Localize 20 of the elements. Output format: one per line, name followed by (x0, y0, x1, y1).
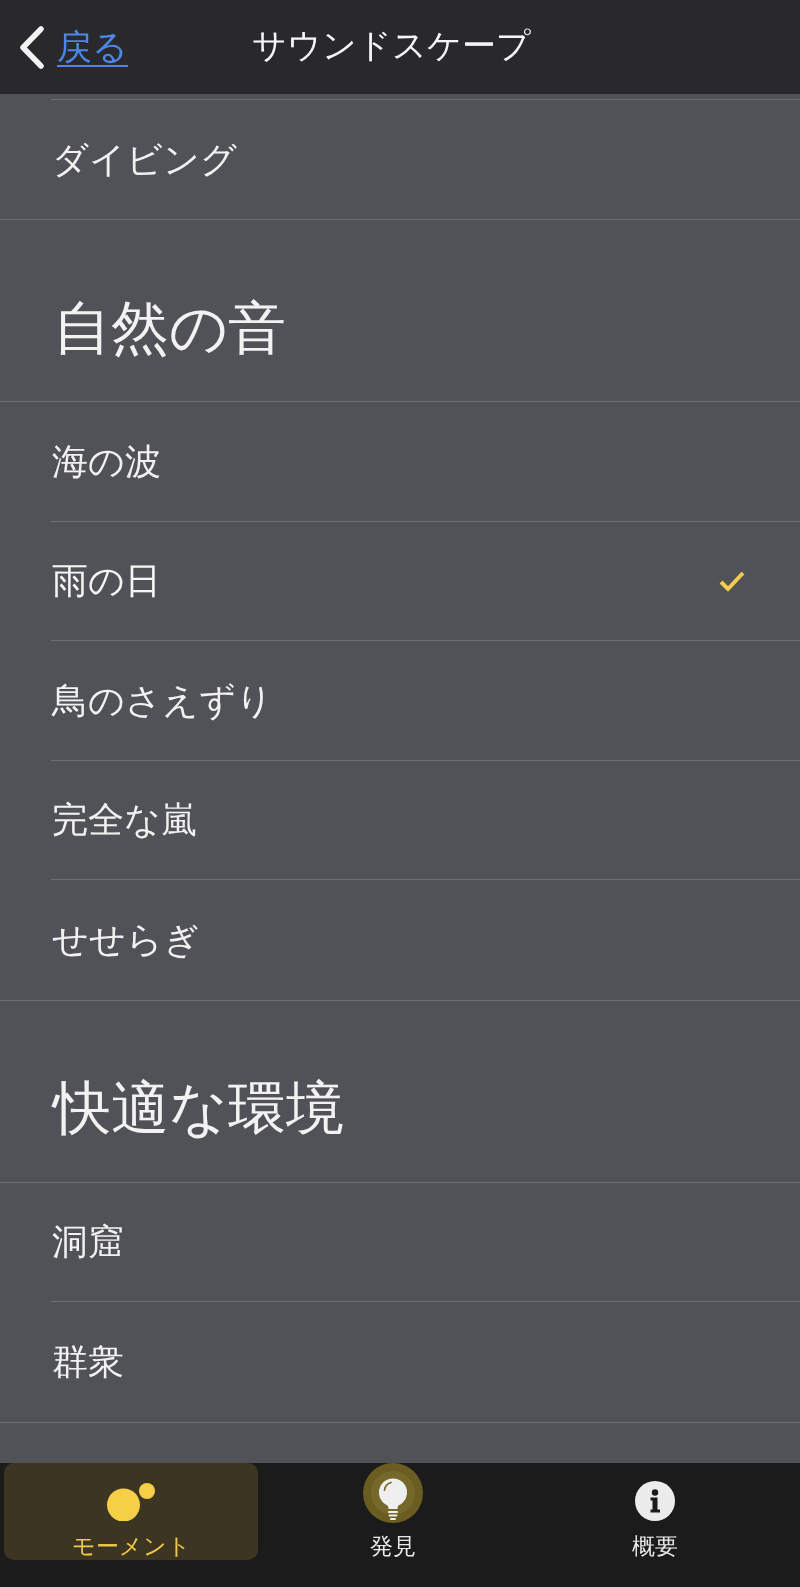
screen-title: サウンドスケープ (252, 24, 531, 66)
sound-option[interactable]: 洞窟 (51, 1182, 800, 1302)
sound-option[interactable]: 完全な嵐 (51, 760, 800, 880)
sound-option[interactable]: 雨の日 (51, 521, 800, 641)
section-title: 快適な環境 (53, 1074, 344, 1144)
section-title: 自然の音 (53, 293, 286, 364)
checkmark-icon (718, 569, 746, 592)
circles-icon (107, 1482, 155, 1521)
chevron-left-icon (19, 25, 45, 69)
back-button[interactable]: 戻る (19, 25, 128, 69)
info-icon (635, 1481, 675, 1521)
sound-option[interactable]: 鳥のさえずり (51, 641, 800, 761)
tab-button[interactable]: モーメント (4, 1463, 258, 1560)
sound-option[interactable]: せせらぎ (51, 880, 800, 1000)
tab-button[interactable]: 発見 (266, 1463, 520, 1560)
tab-button[interactable]: 概要 (528, 1463, 782, 1560)
sound-option[interactable]: ダイビング (51, 99, 800, 219)
lightbulb-icon (363, 1463, 423, 1523)
sound-option[interactable]: 群衆 (51, 1302, 800, 1422)
sound-option[interactable]: 海の波 (51, 402, 800, 522)
